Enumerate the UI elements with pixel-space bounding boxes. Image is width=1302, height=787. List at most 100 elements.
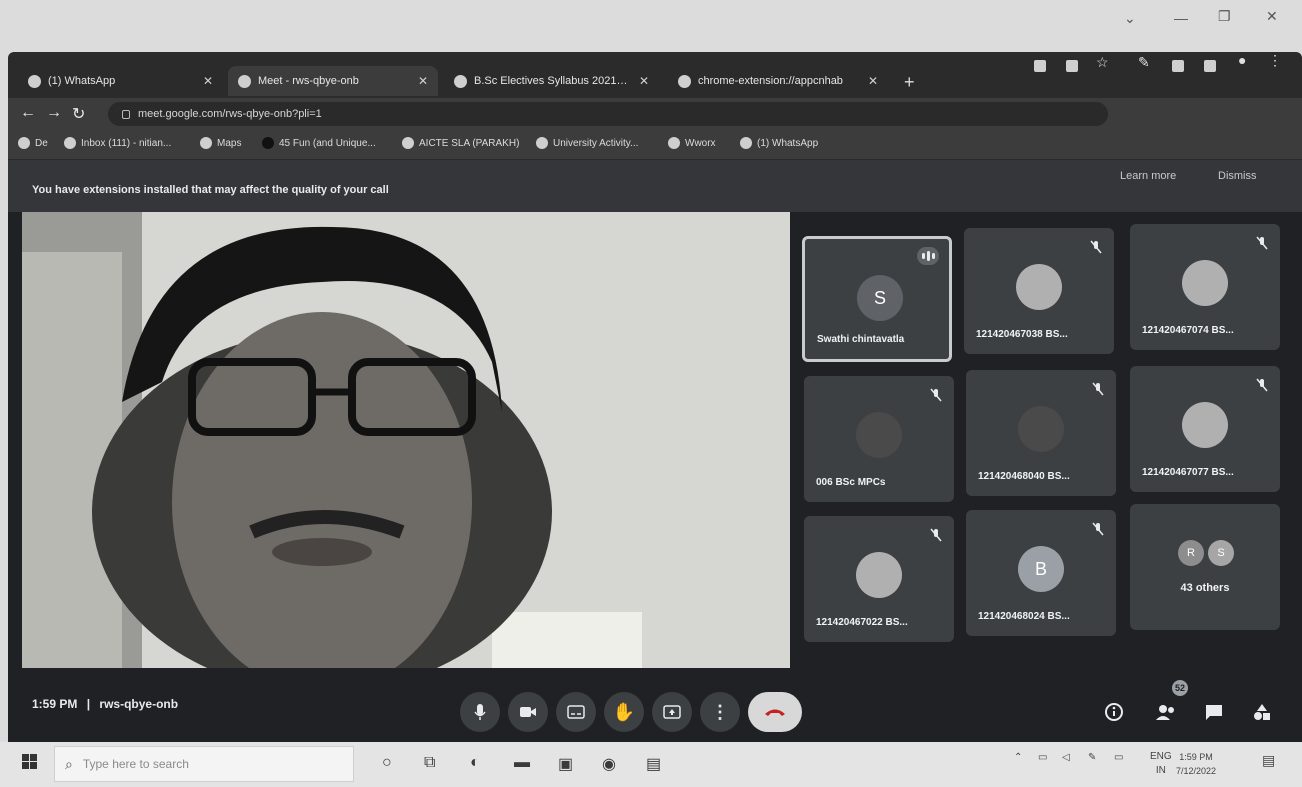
- participant-tile[interactable]: B 121420468024 BS...: [966, 510, 1116, 636]
- maximize-button[interactable]: ❐: [1218, 8, 1231, 25]
- star-icon[interactable]: ☆: [1096, 54, 1109, 71]
- participant-tile[interactable]: 006 BSc MPCs: [804, 376, 954, 502]
- people-count-badge: 52: [1172, 680, 1188, 696]
- profile-icon[interactable]: ●: [1238, 52, 1246, 68]
- people-button[interactable]: [1152, 698, 1180, 726]
- bookmark-item[interactable]: AICTE SLA (PARAKH): [402, 137, 519, 149]
- tray-chevron-icon[interactable]: ⌃: [1014, 752, 1022, 763]
- end-call-button[interactable]: [748, 692, 802, 732]
- taskbar-search-box[interactable]: ⌕ Type here to search: [54, 746, 354, 782]
- participant-tile[interactable]: 121420468040 BS...: [966, 370, 1116, 496]
- present-button[interactable]: [652, 692, 692, 732]
- mic-off-icon: [1092, 382, 1104, 401]
- avatar: B: [1018, 546, 1064, 592]
- cortana-icon[interactable]: ○: [382, 754, 392, 772]
- keyboard-icon[interactable]: ▭: [1114, 752, 1123, 763]
- tab-whatsapp[interactable]: (1) WhatsApp ✕: [18, 66, 223, 96]
- region-code: IN: [1155, 765, 1166, 776]
- taskbar-clock[interactable]: 1:59 PM 7/12/2022: [1176, 750, 1216, 778]
- mic-off-icon: [930, 388, 942, 407]
- bookmark-favicon-icon: [262, 137, 274, 149]
- menu-icon[interactable]: ⋮: [1268, 52, 1282, 69]
- camera-extension-icon[interactable]: [1034, 60, 1046, 72]
- task-view-icon[interactable]: ⧉: [424, 754, 435, 772]
- edge-icon[interactable]: ◐: [470, 754, 480, 772]
- file-explorer-icon[interactable]: ▬: [514, 754, 530, 772]
- bookmark-item[interactable]: Inbox (111) - nitian...: [64, 137, 171, 149]
- bookmark-item[interactable]: University Activity...: [536, 137, 638, 149]
- pen-icon[interactable]: ✎: [1088, 752, 1096, 763]
- forward-icon[interactable]: →: [46, 104, 62, 122]
- bookmark-item[interactable]: Maps: [200, 137, 241, 149]
- clock-time: 1:59 PM: [1179, 752, 1213, 762]
- share-icon[interactable]: [1066, 60, 1078, 72]
- bookmark-item[interactable]: (1) WhatsApp: [740, 137, 818, 149]
- bookmark-label: Inbox (111) - nitian...: [81, 137, 172, 149]
- globe-icon: [402, 137, 414, 149]
- close-tab-icon[interactable]: ✕: [639, 74, 649, 88]
- url-text: meet.google.com/rws-qbye-onb?pli=1: [138, 108, 322, 120]
- chat-button[interactable]: [1200, 698, 1228, 726]
- others-tile[interactable]: R S 43 others: [1130, 504, 1280, 630]
- chrome-icon[interactable]: ◉: [602, 754, 616, 774]
- meeting-details-button[interactable]: [1100, 698, 1128, 726]
- windows-start-icon[interactable]: [22, 754, 38, 775]
- participant-tile[interactable]: 121420467022 BS...: [804, 516, 954, 642]
- mic-off-icon: [1256, 378, 1268, 397]
- tab-syllabus[interactable]: B.Sc Electives Syllabus 2021-202 ✕: [444, 66, 659, 96]
- search-placeholder: Type here to search: [82, 757, 189, 771]
- camera-button[interactable]: [508, 692, 548, 732]
- participant-tile[interactable]: S Swathi chintavatla: [802, 236, 952, 362]
- whatsapp-icon: [740, 137, 752, 149]
- bookmark-item[interactable]: Wworx: [668, 137, 716, 149]
- back-icon[interactable]: ←: [20, 104, 36, 122]
- search-icon: ⌕: [65, 755, 73, 772]
- clock-date: 7/12/2022: [1176, 766, 1217, 776]
- address-bar[interactable]: meet.google.com/rws-qbye-onb?pli=1: [108, 102, 1108, 126]
- meeting-info: 1:59 PM | rws-qbye-onb: [32, 697, 178, 711]
- language-indicator[interactable]: ENG IN: [1150, 750, 1172, 778]
- tab-search-icon[interactable]: ⌄: [1124, 10, 1136, 27]
- close-tab-icon[interactable]: ✕: [203, 74, 213, 88]
- bookmark-label: Wworx: [685, 137, 716, 149]
- minimize-button[interactable]: —: [1174, 10, 1188, 26]
- tab-extension[interactable]: chrome-extension://appcnhab ✕: [668, 66, 888, 96]
- bookmark-favicon-icon: [18, 137, 30, 149]
- mic-button[interactable]: [460, 692, 500, 732]
- captions-button[interactable]: [556, 692, 596, 732]
- new-tab-button[interactable]: +: [904, 72, 915, 93]
- participant-name: 121420467077 BS...: [1142, 467, 1234, 478]
- volume-icon[interactable]: ◁: [1062, 752, 1070, 763]
- pen-icon[interactable]: ✎: [1138, 54, 1150, 71]
- more-options-button[interactable]: ⋮: [700, 692, 740, 732]
- network-icon[interactable]: ▭: [1038, 752, 1047, 763]
- participant-tile[interactable]: 121420467077 BS...: [1130, 366, 1280, 492]
- puzzle-extensions-icon[interactable]: [1172, 60, 1184, 72]
- app-icon[interactable]: ▤: [646, 754, 661, 774]
- participant-tile[interactable]: 121420467074 BS...: [1130, 224, 1280, 350]
- avatar: [856, 412, 902, 458]
- close-window-button[interactable]: ✕: [1266, 8, 1278, 25]
- close-tab-icon[interactable]: ✕: [868, 74, 878, 88]
- dismiss-button[interactable]: Dismiss: [1218, 170, 1257, 182]
- bookmark-item[interactable]: De: [18, 137, 48, 149]
- notifications-icon[interactable]: ▤: [1262, 752, 1275, 769]
- tab-meet[interactable]: Meet - rws-qbye-onb ✕: [228, 66, 438, 96]
- learn-more-link[interactable]: Learn more: [1120, 170, 1176, 182]
- bookmark-label: University Activity...: [553, 137, 639, 149]
- lock-icon: [122, 109, 130, 119]
- participant-tile[interactable]: 121420467038 BS...: [964, 228, 1114, 354]
- bookmark-item[interactable]: 45 Fun (and Unique...: [262, 137, 376, 149]
- store-icon[interactable]: ▣: [558, 754, 573, 774]
- globe-icon: [668, 137, 680, 149]
- activities-button[interactable]: [1248, 698, 1276, 726]
- speaking-indicator-icon: [917, 247, 939, 265]
- reload-icon[interactable]: ↻: [72, 104, 85, 124]
- bookmark-label: Maps: [217, 137, 242, 149]
- close-tab-icon[interactable]: ✕: [418, 74, 428, 88]
- side-panel-icon[interactable]: [1204, 60, 1216, 72]
- tab-label: B.Sc Electives Syllabus 2021-202: [474, 75, 631, 87]
- captions-icon: [567, 705, 585, 719]
- raise-hand-button[interactable]: ✋: [604, 692, 644, 732]
- avatar: S: [1208, 540, 1234, 566]
